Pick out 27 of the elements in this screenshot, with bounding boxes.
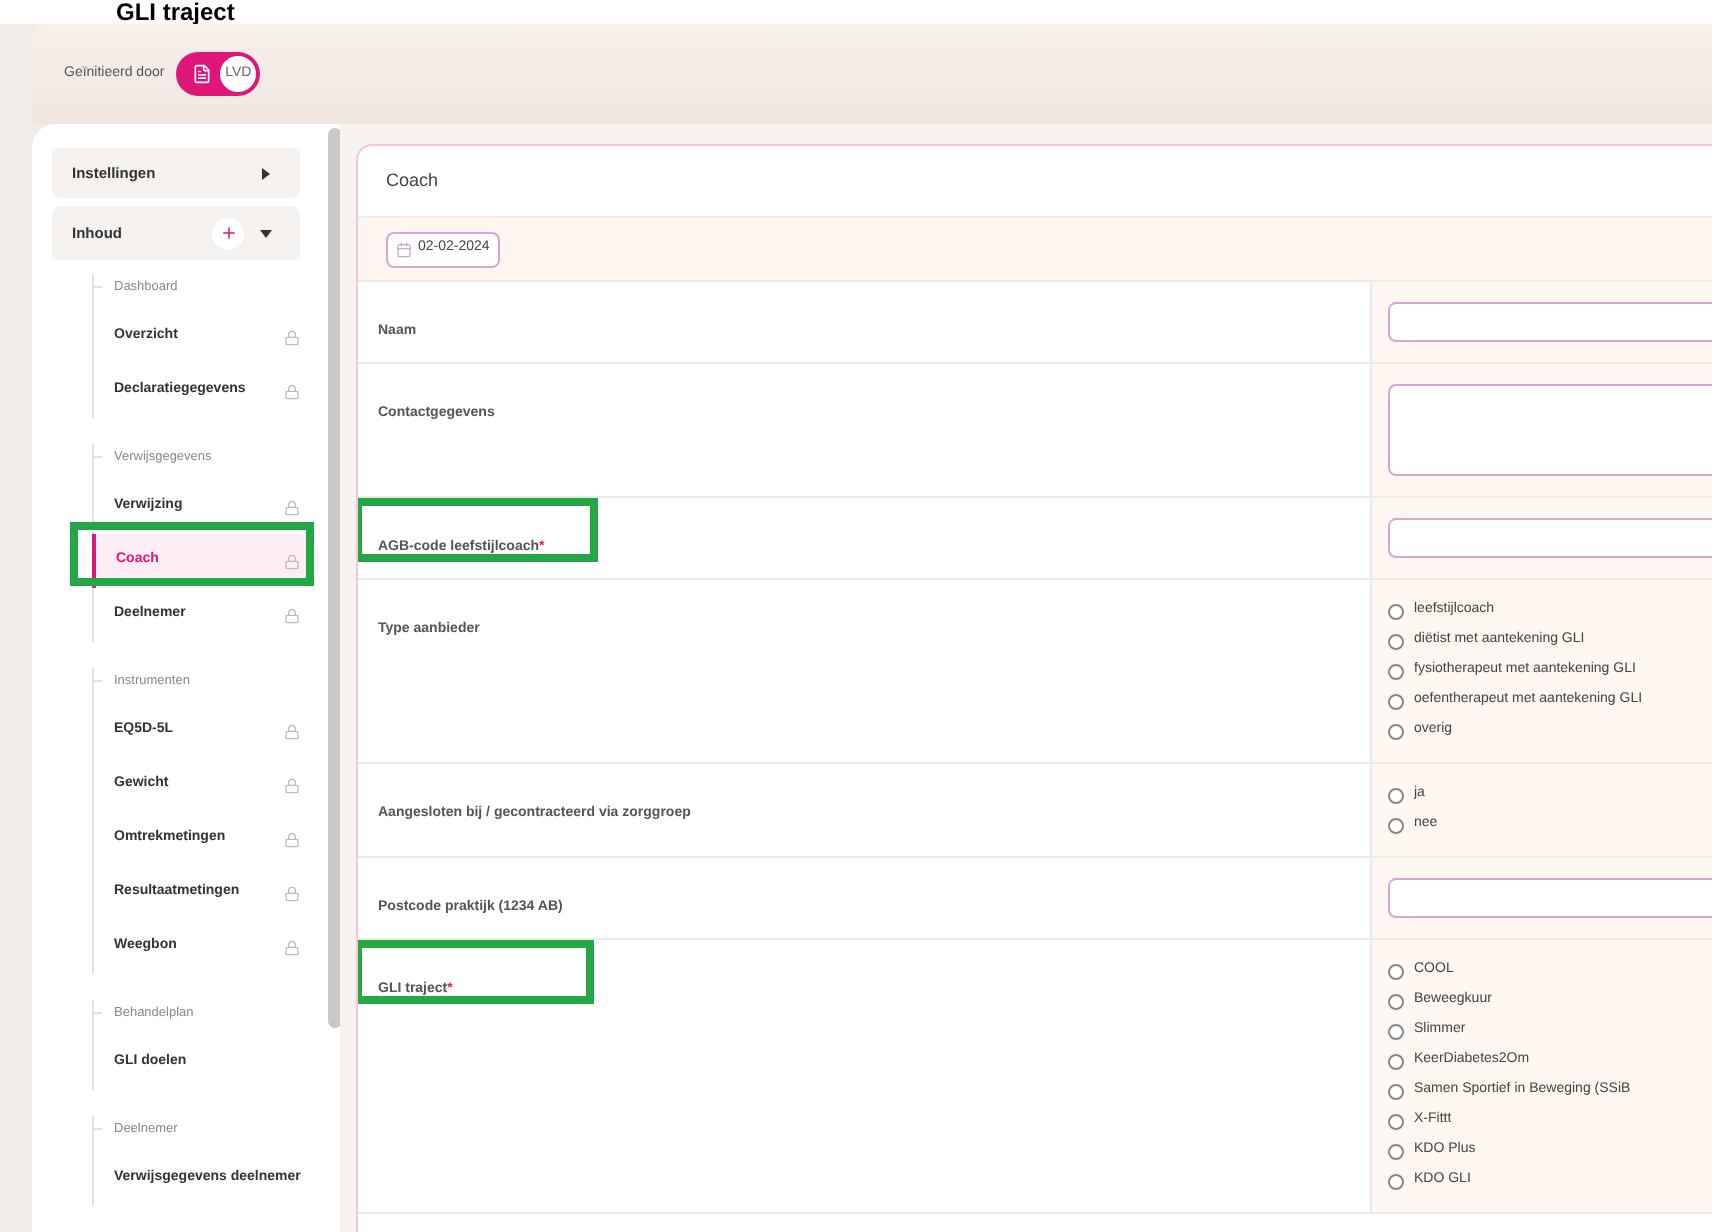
caret-icon xyxy=(260,227,273,240)
text-field[interactable] xyxy=(1388,518,1712,558)
radio-button[interactable] xyxy=(1388,1023,1404,1039)
add-icon[interactable] xyxy=(212,217,245,250)
form-title: Coach xyxy=(386,167,439,194)
radio-button[interactable] xyxy=(1388,663,1404,679)
radio-button[interactable] xyxy=(1388,603,1404,619)
radio-button[interactable] xyxy=(1388,1173,1404,1189)
calendar-icon xyxy=(396,241,412,257)
text-field[interactable] xyxy=(1388,302,1712,342)
radio-button[interactable] xyxy=(1388,633,1404,649)
caret-icon xyxy=(260,167,273,180)
radio-button[interactable] xyxy=(1388,993,1404,1009)
radio-button[interactable] xyxy=(1388,1053,1404,1069)
radio-button[interactable] xyxy=(1388,1143,1404,1159)
document-icon xyxy=(192,64,213,84)
radio-button[interactable] xyxy=(1388,723,1404,739)
text-area[interactable] xyxy=(1388,384,1712,476)
radio-button[interactable] xyxy=(1388,787,1404,803)
radio-button[interactable] xyxy=(1388,1083,1404,1099)
radio-button[interactable] xyxy=(1388,817,1404,833)
page-title: GLI traject xyxy=(116,0,235,24)
text-field[interactable] xyxy=(1388,878,1712,918)
scrollbar-thumb[interactable] xyxy=(327,128,340,1028)
radio-button[interactable] xyxy=(1388,693,1404,709)
radio-button[interactable] xyxy=(1388,963,1404,979)
radio-button[interactable] xyxy=(1388,1113,1404,1129)
